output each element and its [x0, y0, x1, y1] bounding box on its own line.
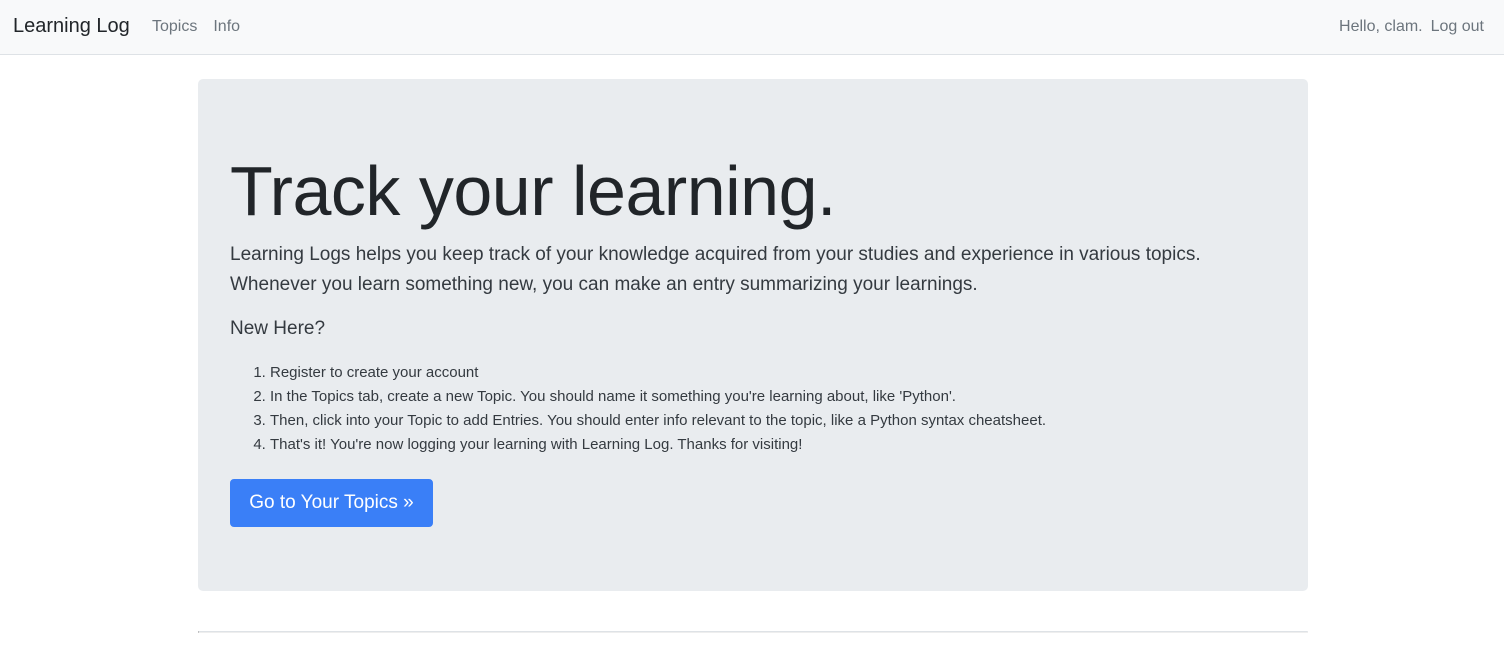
list-item: That's it! You're now logging your learn… — [270, 433, 1270, 457]
page-title: Track your learning. — [230, 152, 837, 230]
nav-link-topics[interactable]: Topics — [152, 18, 197, 36]
brand-link[interactable]: Learning Log — [13, 15, 130, 38]
list-item: Register to create your account — [270, 361, 1270, 385]
steps-list: Register to create your account In the T… — [270, 361, 1270, 457]
intro-text: Learning Logs helps you keep track of yo… — [230, 244, 1201, 295]
nav-left: Topics Info — [152, 18, 240, 36]
go-to-topics-button[interactable]: Go to Your Topics » — [230, 479, 433, 527]
nav-right: Hello, clam. Log out — [1339, 18, 1484, 36]
user-greeting: Hello, clam. — [1339, 18, 1423, 35]
hero-jumbotron: Track your learning. Learning Logs helps… — [198, 79, 1308, 591]
nav-link-info[interactable]: Info — [213, 18, 240, 36]
navbar: Learning Log Topics Info Hello, clam. Lo… — [0, 0, 1504, 55]
footer-divider — [198, 631, 1308, 633]
list-item: Then, click into your Topic to add Entri… — [270, 409, 1270, 433]
list-item: In the Topics tab, create a new Topic. Y… — [270, 385, 1270, 409]
new-here-heading: New Here? — [230, 318, 326, 339]
logout-link[interactable]: Log out — [1431, 18, 1484, 36]
